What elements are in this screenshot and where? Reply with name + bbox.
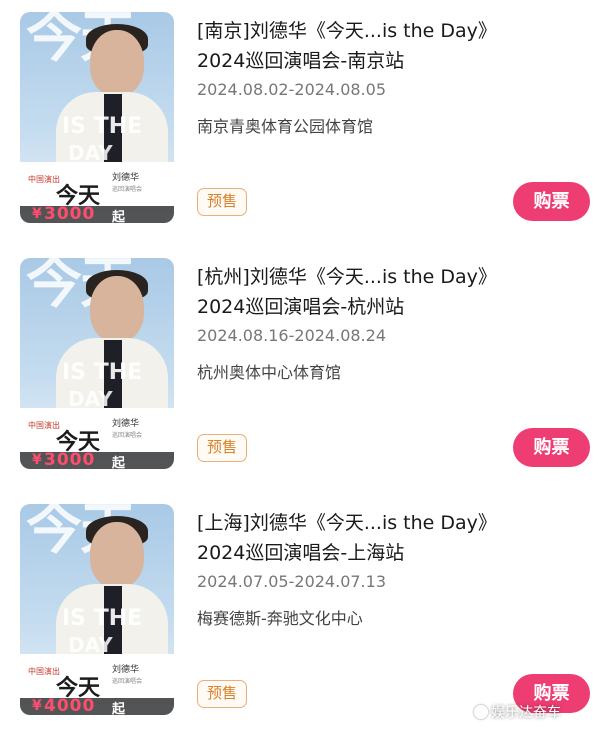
price-suffix: 起 bbox=[112, 210, 126, 223]
event-title[interactable]: [上海]刘德华《今天...is the Day》 2024巡回演唱会-上海站 bbox=[197, 508, 592, 568]
price-bar: ¥ 4000 起 bbox=[20, 696, 174, 715]
price-currency: ¥ bbox=[32, 698, 42, 714]
poster-watermark: IS THE bbox=[62, 360, 143, 385]
event-title-line1: [杭州]刘德华《今天...is the Day》 bbox=[197, 266, 497, 288]
event-title-line1: [南京]刘德华《今天...is the Day》 bbox=[197, 20, 497, 42]
poster-strip: 中国演出 今天 刘德华 巡回演唱会 bbox=[20, 162, 174, 209]
event-card[interactable]: 今天 IS THE DAY 中国演出 今天 刘德华 巡回演唱会 ¥ 3000 起… bbox=[0, 0, 600, 246]
price-value: 3000 bbox=[44, 450, 96, 469]
buy-ticket-button[interactable]: 购票 bbox=[513, 182, 590, 221]
price-suffix: 起 bbox=[112, 456, 126, 469]
poster-artist: 刘德华 bbox=[112, 419, 140, 429]
price-currency: ¥ bbox=[32, 452, 42, 468]
event-dates: 2024.07.05-2024.07.13 bbox=[197, 572, 386, 591]
poster-watermark-2: DAY bbox=[68, 633, 113, 657]
presale-badge: 预售 bbox=[197, 680, 247, 708]
event-title-line2: 2024巡回演唱会-上海站 bbox=[197, 542, 405, 564]
event-poster[interactable]: 今天 IS THE DAY 中国演出 今天 刘德华 巡回演唱会 ¥ 3000 起 bbox=[20, 258, 174, 469]
event-title[interactable]: [杭州]刘德华《今天...is the Day》 2024巡回演唱会-杭州站 bbox=[197, 262, 592, 322]
poster-artist: 刘德华 bbox=[112, 173, 140, 183]
event-card[interactable]: 今天 IS THE DAY 中国演出 今天 刘德华 巡回演唱会 ¥ 3000 起… bbox=[0, 246, 600, 492]
event-title-line2: 2024巡回演唱会-南京站 bbox=[197, 50, 405, 72]
source-watermark: 娱乐达奋车 bbox=[474, 702, 561, 722]
poster-sub: 巡回演唱会 bbox=[112, 432, 143, 439]
poster-strip: 中国演出 今天 刘德华 巡回演唱会 bbox=[20, 408, 174, 455]
event-dates: 2024.08.02-2024.08.05 bbox=[197, 80, 386, 99]
event-dates: 2024.08.16-2024.08.24 bbox=[197, 326, 386, 345]
poster-watermark-2: DAY bbox=[68, 141, 113, 165]
poster-sub: 巡回演唱会 bbox=[112, 186, 143, 193]
buy-ticket-button[interactable]: 购票 bbox=[513, 428, 590, 467]
event-title[interactable]: [南京]刘德华《今天...is the Day》 2024巡回演唱会-南京站 bbox=[197, 16, 592, 76]
poster-face bbox=[90, 276, 144, 342]
poster-face bbox=[90, 522, 144, 588]
price-suffix: 起 bbox=[112, 702, 126, 715]
event-poster[interactable]: 今天 IS THE DAY 中国演出 今天 刘德华 巡回演唱会 ¥ 3000 起 bbox=[20, 12, 174, 223]
poster-face bbox=[90, 30, 144, 96]
presale-badge: 预售 bbox=[197, 188, 247, 216]
presale-badge: 预售 bbox=[197, 434, 247, 462]
event-poster[interactable]: 今天 IS THE DAY 中国演出 今天 刘德华 巡回演唱会 ¥ 4000 起 bbox=[20, 504, 174, 715]
event-title-line1: [上海]刘德华《今天...is the Day》 bbox=[197, 512, 497, 534]
event-venue: 梅赛德斯-奔驰文化中心 bbox=[197, 609, 363, 628]
event-venue: 南京青奥体育公园体育馆 bbox=[197, 117, 374, 136]
poster-watermark-2: DAY bbox=[68, 387, 113, 411]
poster-watermark: IS THE bbox=[62, 114, 143, 139]
price-bar: ¥ 3000 起 bbox=[20, 204, 174, 223]
event-title-line2: 2024巡回演唱会-杭州站 bbox=[197, 296, 405, 318]
circle-logo-icon bbox=[474, 705, 488, 719]
watermark-text: 娱乐达奋车 bbox=[491, 705, 561, 721]
poster-strip: 中国演出 今天 刘德华 巡回演唱会 bbox=[20, 654, 174, 701]
price-bar: ¥ 3000 起 bbox=[20, 450, 174, 469]
price-value: 3000 bbox=[44, 204, 96, 223]
poster-artist: 刘德华 bbox=[112, 665, 140, 675]
price-value: 4000 bbox=[44, 696, 96, 715]
poster-sub: 巡回演唱会 bbox=[112, 678, 143, 685]
event-venue: 杭州奥体中心体育馆 bbox=[197, 363, 342, 382]
price-currency: ¥ bbox=[32, 206, 42, 222]
poster-watermark: IS THE bbox=[62, 606, 143, 631]
